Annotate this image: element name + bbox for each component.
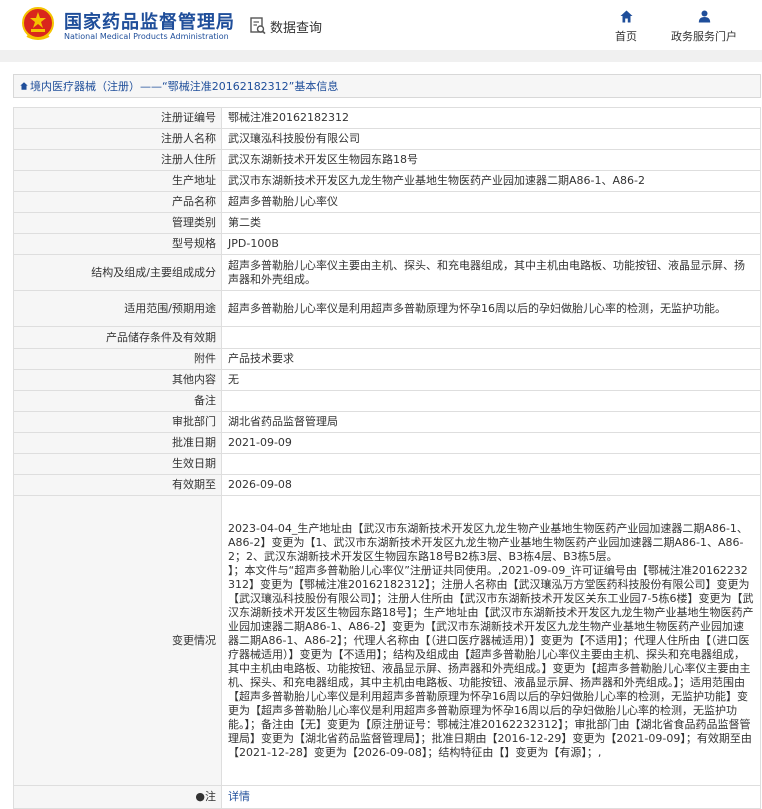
header-divider — [0, 50, 762, 62]
field-value: 武汉瓖泓科技股份有限公司 — [221, 128, 761, 150]
field-label: 注册人住所 — [13, 149, 222, 171]
table-row: 产品名称 超声多普勒胎儿心率仪 — [13, 191, 761, 213]
field-label: 型号规格 — [13, 233, 222, 255]
details-link[interactable]: 详情 — [228, 790, 250, 803]
change-history-value: 2023-04-04_生产地址由【武汉市东湖新技术开发区九龙生物产业基地生物医药… — [221, 495, 761, 786]
field-value: 产品技术要求 — [221, 348, 761, 370]
table-row: 型号规格 JPD-100B — [13, 233, 761, 255]
field-value: 超声多普勒胎儿心率仪是利用超声多普勒原理为怀孕16周以后的孕妇做胎儿心率的检测，… — [221, 290, 761, 327]
table-row: ●注 详情 — [13, 785, 761, 809]
bullet-icon: ● — [195, 790, 205, 803]
field-label: 产品名称 — [13, 191, 222, 213]
field-label: 变更情况 — [13, 495, 222, 786]
home-icon — [620, 10, 632, 23]
field-label: ●注 — [13, 785, 222, 809]
field-label: 批准日期 — [13, 432, 222, 454]
field-label: 适用范围/预期用途 — [13, 290, 222, 327]
user-icon — [698, 10, 710, 23]
field-value: 湖北省药品监督管理局 — [221, 411, 761, 433]
field-value — [221, 390, 761, 412]
field-value: 武汉市东湖新技术开发区九龙生物产业基地生物医药产业园加速器二期A86-1、A86… — [221, 170, 761, 192]
field-label: 管理类别 — [13, 212, 222, 234]
field-value: 2021-09-09 — [221, 432, 761, 454]
table-row: 其他内容 无 — [13, 369, 761, 391]
field-value: 无 — [221, 369, 761, 391]
field-value: 鄂械注准20162182312 — [221, 107, 761, 129]
site-name-cn[interactable]: 国家药品监督管理局 — [64, 8, 235, 34]
nav-gov-service[interactable]: 政务服务门户 — [664, 10, 744, 44]
table-row: 生效日期 — [13, 453, 761, 475]
breadcrumb: 境内医疗器械（注册）——“鄂械注准20162182312”基本信息 — [13, 74, 761, 98]
table-row: 结构及组成/主要组成成分 超声多普勒胎儿心率仪主要由主机、探头、和充电器组成，其… — [13, 254, 761, 291]
table-row: 注册人住所 武汉东湖新技术开发区生物园东路18号 — [13, 149, 761, 171]
field-value: 2026-09-08 — [221, 474, 761, 496]
table-row: 生产地址 武汉市东湖新技术开发区九龙生物产业基地生物医药产业园加速器二期A86-… — [13, 170, 761, 192]
table-row: 管理类别 第二类 — [13, 212, 761, 234]
site-name-en[interactable]: National Medical Products Administration — [64, 32, 229, 41]
document-search-icon — [250, 17, 266, 35]
field-label: 附件 — [13, 348, 222, 370]
field-label: 有效期至 — [13, 474, 222, 496]
table-row: 注册人名称 武汉瓖泓科技股份有限公司 — [13, 128, 761, 150]
field-label: 结构及组成/主要组成成分 — [13, 254, 222, 291]
field-value — [221, 453, 761, 475]
field-label: 产品储存条件及有效期 — [13, 326, 222, 349]
nav-home-label: 首页 — [615, 30, 637, 43]
field-label: 审批部门 — [13, 411, 222, 433]
table-row: 有效期至 2026-09-08 — [13, 474, 761, 496]
field-value — [221, 326, 761, 349]
table-row: 注册证编号 鄂械注准20162182312 — [13, 107, 761, 129]
note-label: 注 — [205, 790, 216, 803]
field-value: JPD-100B — [221, 233, 761, 255]
field-value: 超声多普勒胎儿心率仪主要由主机、探头、和充电器组成，其中主机由电路板、功能按钮、… — [221, 254, 761, 291]
section-title-label: 数据查询 — [270, 20, 323, 36]
nav-home[interactable]: 首页 — [610, 10, 642, 44]
table-row: 批准日期 2021-09-09 — [13, 432, 761, 454]
field-label: 生产地址 — [13, 170, 222, 192]
field-label: 生效日期 — [13, 453, 222, 475]
field-label: 其他内容 — [13, 369, 222, 391]
national-emblem-icon — [22, 7, 54, 40]
site-header: 国家药品监督管理局 National Medical Products Admi… — [0, 0, 762, 50]
breadcrumb-text[interactable]: 境内医疗器械（注册）——“鄂械注准20162182312”基本信息 — [30, 78, 338, 94]
table-row: 变更情况 2023-04-04_生产地址由【武汉市东湖新技术开发区九龙生物产业基… — [13, 495, 761, 786]
field-label: 备注 — [13, 390, 222, 412]
table-row: 产品储存条件及有效期 — [13, 326, 761, 349]
table-row: 附件 产品技术要求 — [13, 348, 761, 370]
nav-gov-service-label: 政务服务门户 — [671, 30, 737, 43]
table-row: 适用范围/预期用途 超声多普勒胎儿心率仪是利用超声多普勒原理为怀孕16周以后的孕… — [13, 290, 761, 327]
field-value: 超声多普勒胎儿心率仪 — [221, 191, 761, 213]
home-icon — [20, 82, 28, 90]
field-value: 详情 — [221, 785, 761, 809]
field-value: 武汉东湖新技术开发区生物园东路18号 — [221, 149, 761, 171]
field-label: 注册证编号 — [13, 107, 222, 129]
table-row: 审批部门 湖北省药品监督管理局 — [13, 411, 761, 433]
section-title: 数据查询 — [250, 16, 322, 36]
detail-table: 注册证编号 鄂械注准20162182312 注册人名称 武汉瓖泓科技股份有限公司… — [13, 107, 761, 809]
table-row: 备注 — [13, 390, 761, 412]
field-label: 注册人名称 — [13, 128, 222, 150]
field-value: 第二类 — [221, 212, 761, 234]
